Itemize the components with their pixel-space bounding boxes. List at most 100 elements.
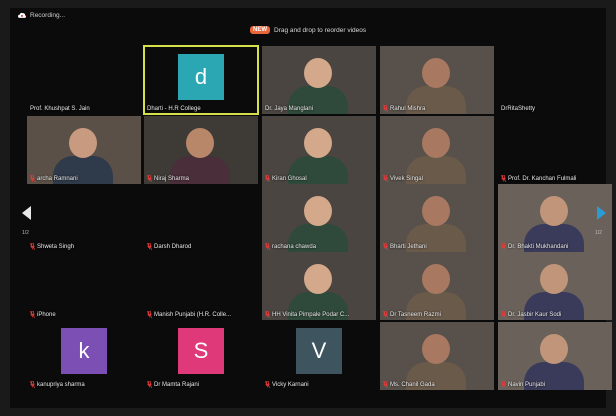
next-page-arrow-icon[interactable] [597, 206, 606, 220]
participant-tile[interactable]: k kanupriya sharma [27, 322, 141, 390]
participant-tile[interactable]: Vivek Singal [380, 116, 494, 184]
participant-name-text: Bharti Jethani [390, 243, 427, 250]
participant-video-head [422, 128, 450, 158]
participant-tile[interactable]: Rahul Mishra [380, 46, 494, 114]
participant-name-label: HH Vinita Pimpale Podar C... [265, 311, 349, 318]
muted-mic-icon [147, 243, 152, 250]
participant-name-text: HH Vinita Pimpale Podar C... [272, 311, 350, 318]
participant-tile[interactable]: DrRitaShetty [498, 46, 612, 114]
participant-name-text: Rahul Mishra [390, 105, 426, 112]
participant-name-text: Prof. Dr. Kanchan Fulmali [508, 175, 577, 182]
participant-tile[interactable]: Navin Punjabi [498, 322, 612, 390]
participant-tile[interactable]: d Dharti - H.R College [143, 45, 259, 115]
muted-mic-icon [147, 381, 152, 388]
recording-indicator[interactable]: Recording... [18, 12, 65, 19]
participant-name-label: Dharti - H.R College [147, 106, 201, 112]
participant-name-label: Kiran Ghosal [265, 175, 307, 182]
participant-name-text: kanupriya sharma [37, 381, 85, 388]
participant-tile[interactable]: Shweta Singh [27, 184, 141, 252]
muted-mic-icon [383, 105, 388, 112]
participant-video-head [422, 264, 450, 294]
cloud-record-icon [18, 12, 26, 18]
participant-tile[interactable]: Kiran Ghosal [262, 116, 376, 184]
participant-avatar: V [296, 328, 342, 374]
participant-tile[interactable]: Niraj Sharma [144, 116, 258, 184]
page-indicator-right: 1/2 [595, 230, 602, 236]
muted-mic-icon [30, 381, 35, 388]
participant-name-text: Prof. Khushpat S. Jain [30, 106, 90, 112]
reorder-hint-text: Drag and drop to reorder videos [274, 26, 367, 34]
participant-video-head [186, 128, 214, 158]
participant-name-text: Vicky Karnani [272, 381, 309, 388]
muted-mic-icon [147, 311, 152, 318]
participant-tile[interactable]: Dr Tasneem Razmi [380, 252, 494, 320]
meeting-gallery-view: Recording... NEW Drag and drop to reorde… [10, 8, 612, 408]
muted-mic-icon [30, 175, 35, 182]
previous-page-arrow-icon[interactable] [22, 206, 31, 220]
participant-tile[interactable]: V Vicky Karnani [262, 322, 376, 390]
participant-name-label: archa Ramnani [30, 175, 78, 182]
muted-mic-icon [501, 243, 506, 250]
participant-name-text: Vivek Singal [390, 175, 423, 182]
participant-name-label: Dr Mamta Rajani [147, 381, 199, 388]
participant-video-head [422, 334, 450, 364]
participant-video-head [69, 128, 97, 158]
muted-mic-icon [501, 311, 506, 318]
participant-name-text: Dr. Jaya Manglani [265, 106, 314, 112]
reorder-hint: NEW Drag and drop to reorder videos [250, 26, 366, 34]
participant-name-text: Dr Mamta Rajani [154, 381, 200, 388]
participant-name-label: Dr. Bhakti Mukhandani [501, 243, 568, 250]
participant-tile[interactable]: Ms. Chanil Gada [380, 322, 494, 390]
participant-name-text: Shweta Singh [37, 243, 75, 250]
participant-tile[interactable]: Dr. Bhakti Mukhandani [498, 184, 612, 252]
muted-mic-icon [501, 381, 506, 388]
participant-video-head [304, 128, 332, 158]
participant-tile[interactable]: Prof. Dr. Kanchan Fulmali [498, 116, 612, 184]
muted-mic-icon [501, 175, 506, 182]
participant-name-label: Prof. Dr. Kanchan Fulmali [501, 175, 576, 182]
participant-tile[interactable]: iPhone [27, 252, 141, 320]
participant-name-text: Manish Punjabi (H.R. Colle... [154, 311, 232, 318]
participant-avatar: d [178, 54, 224, 100]
participant-name-text: Kiran Ghosal [272, 175, 307, 182]
participant-tile[interactable]: Darsh Dharod [144, 184, 258, 252]
participant-tile[interactable]: archa Ramnani [27, 116, 141, 184]
participant-name-label: Dr Tasneem Razmi [383, 311, 441, 318]
participant-video-head [304, 264, 332, 294]
participant-tile[interactable]: S Dr Mamta Rajani [144, 322, 258, 390]
participant-tile[interactable]: Dr. Jasbir Kaur Sodi [498, 252, 612, 320]
participant-name-label: rachana chawda [265, 243, 316, 250]
recording-label: Recording... [30, 12, 66, 19]
participant-name-text: rachana chawda [272, 243, 317, 250]
participant-name-label: Vivek Singal [383, 175, 423, 182]
participant-avatar: k [61, 328, 107, 374]
participant-name-text: DrRitaShetty [501, 106, 536, 112]
participant-tile[interactable]: Prof. Khushpat S. Jain [27, 46, 141, 114]
participant-name-label: Ms. Chanil Gada [383, 381, 435, 388]
participant-name-text: Navin Punjabi [508, 381, 546, 388]
top-bar: Recording... [10, 8, 606, 28]
participant-tile[interactable]: Bharti Jethani [380, 184, 494, 252]
participant-name-label: Navin Punjabi [501, 381, 545, 388]
muted-mic-icon [383, 381, 388, 388]
participant-tile[interactable]: HH Vinita Pimpale Podar C... [262, 252, 376, 320]
muted-mic-icon [30, 311, 35, 318]
participant-tile[interactable]: Manish Punjabi (H.R. Colle... [144, 252, 258, 320]
muted-mic-icon [265, 175, 270, 182]
participant-tile[interactable]: Dr. Jaya Manglani [262, 46, 376, 114]
participant-video-head [304, 58, 332, 88]
participant-name-label: Niraj Sharma [147, 175, 189, 182]
muted-mic-icon [265, 311, 270, 318]
participant-tile[interactable]: rachana chawda [262, 184, 376, 252]
participant-name-label: Manish Punjabi (H.R. Colle... [147, 311, 231, 318]
participant-name-text: archa Ramnani [37, 175, 78, 182]
muted-mic-icon [265, 243, 270, 250]
participant-name-text: Dr. Bhakti Mukhandani [508, 243, 569, 250]
participant-name-label: iPhone [30, 311, 56, 318]
participant-name-label: Darsh Dharod [147, 243, 191, 250]
muted-mic-icon [383, 311, 388, 318]
participant-name-label: Prof. Khushpat S. Jain [30, 106, 90, 112]
participant-name-text: Dr Tasneem Razmi [390, 311, 441, 318]
participant-video-head [422, 196, 450, 226]
new-badge: NEW [250, 26, 270, 34]
